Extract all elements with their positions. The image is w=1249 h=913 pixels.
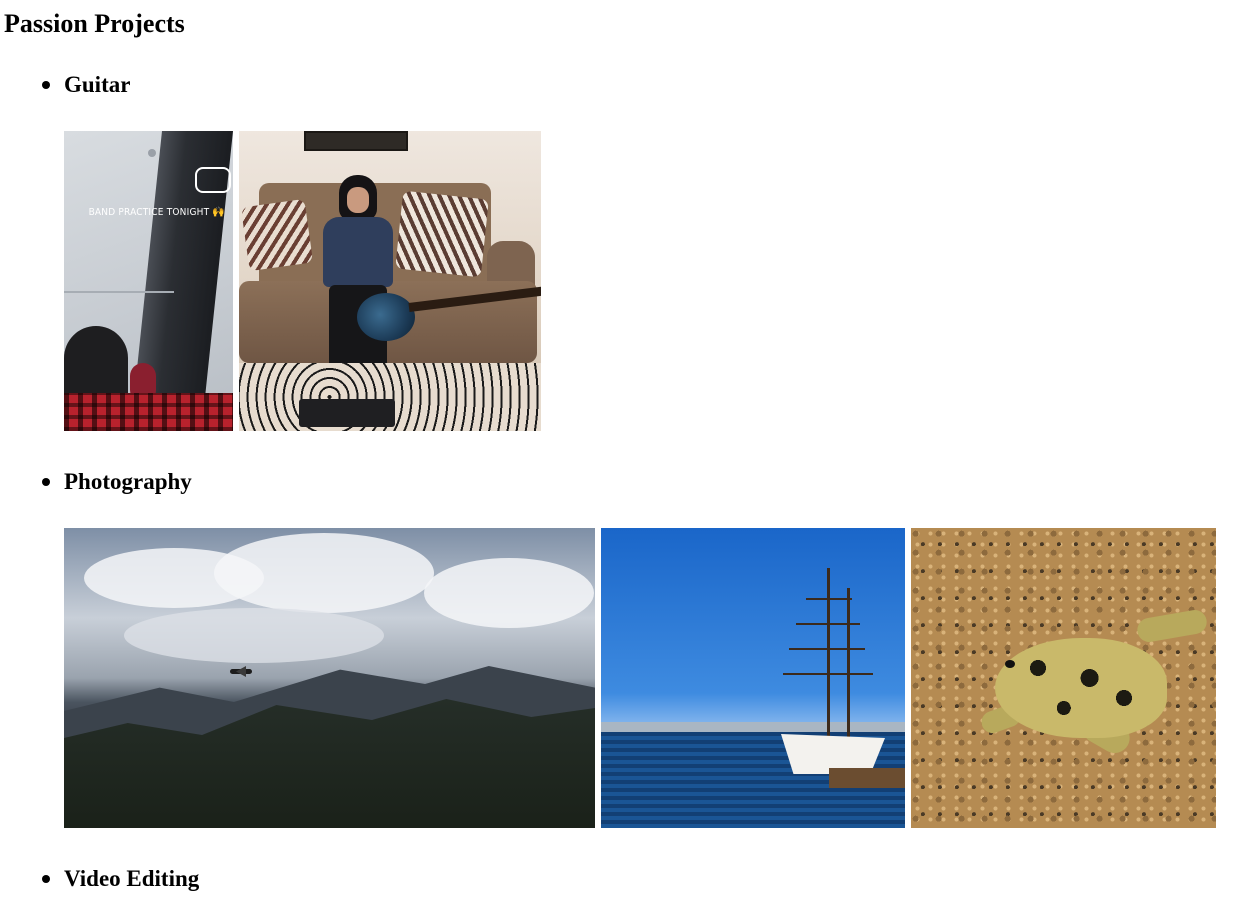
guitar-photo-couch [239,131,541,431]
section-heading-photography: Photography [64,469,192,494]
photo-mountains-plane [64,528,595,828]
airplane-icon [230,669,252,674]
page-title: Passion Projects [4,9,185,38]
logo-icon [195,167,231,193]
list-bullet [42,875,50,883]
photo-caption: BAND PRACTICE TONIGHT 🙌 [88,207,225,218]
photo-toad [911,528,1216,828]
section-heading-guitar: Guitar [64,72,131,97]
list-bullet [42,478,50,486]
photo-tall-ship [601,528,905,828]
list-bullet [42,81,50,89]
section-heading-video-editing: Video Editing [64,866,200,891]
guitar-photo-band-practice: BAND PRACTICE TONIGHT 🙌 [64,131,233,431]
